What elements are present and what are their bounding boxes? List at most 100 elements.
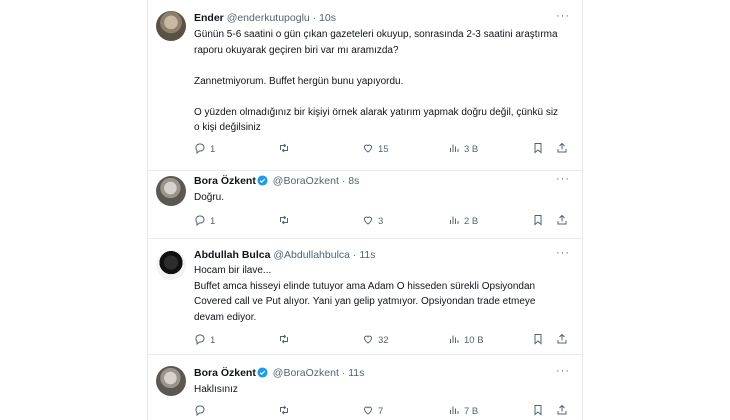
bookmark-button[interactable] <box>532 142 548 158</box>
more-options-icon[interactable]: ··· <box>556 173 570 185</box>
tweet-ender[interactable]: Ender @enderkutupoglu · 10s ··· Günün 5-… <box>148 0 582 170</box>
retweet-button[interactable] <box>278 404 294 420</box>
bookmark-button[interactable] <box>532 404 548 420</box>
tweet-header: Bora Özkent @BoraOzkent · 8s <box>194 173 359 189</box>
avatar[interactable] <box>156 366 186 396</box>
share-icon <box>557 142 567 153</box>
reply-icon <box>195 143 205 155</box>
reply-icon <box>195 405 205 417</box>
reply-count: 1 <box>210 216 216 227</box>
reply-icon <box>195 334 205 346</box>
timeline-column: Ender @enderkutupoglu · 10s ··· Günün 5-… <box>147 0 583 420</box>
dot-separator: · <box>341 175 346 187</box>
views-button[interactable]: 10 B <box>448 333 484 349</box>
share-icon <box>557 214 567 225</box>
bookmark-icon <box>534 334 542 345</box>
timestamp[interactable]: 11s <box>359 249 375 261</box>
avatar[interactable] <box>156 11 186 41</box>
retweet-button[interactable] <box>278 333 294 349</box>
like-icon <box>363 216 373 225</box>
bookmark-button[interactable] <box>532 214 548 230</box>
bookmark-icon <box>534 215 542 226</box>
views-icon <box>450 406 459 414</box>
share-icon <box>557 404 567 415</box>
more-options-icon[interactable]: ··· <box>556 365 570 377</box>
verified-badge-icon <box>257 175 268 186</box>
avatar[interactable] <box>156 250 186 280</box>
tweet-text: Doğru. <box>194 192 225 203</box>
share-button[interactable] <box>556 142 572 158</box>
author-handle[interactable]: @BoraOzkent <box>273 367 339 379</box>
bookmark-icon <box>534 143 542 154</box>
reply-count: 1 <box>210 144 216 155</box>
bookmark-icon <box>534 405 542 416</box>
action-bar: 1 15 3 B <box>194 142 570 158</box>
action-bar: 1 3 2 B <box>194 214 570 230</box>
reply-button[interactable]: 1 <box>194 333 215 349</box>
more-options-icon[interactable]: ··· <box>556 247 570 259</box>
author-name[interactable]: Bora Özkent <box>194 367 256 379</box>
reply-button[interactable]: 1 <box>194 142 215 158</box>
views-count: 7 B <box>464 406 479 417</box>
tweet-text: Hocam bir ilave... Buffet amca hisseyi e… <box>194 265 536 323</box>
action-bar: 1 32 10 B <box>194 333 570 349</box>
author-name[interactable]: Bora Özkent <box>194 175 256 187</box>
like-button[interactable]: 7 <box>362 404 383 420</box>
verified-badge-icon <box>257 367 268 378</box>
author-name[interactable]: Ender <box>194 12 224 24</box>
share-button[interactable] <box>556 214 572 230</box>
retweet-button[interactable] <box>278 142 294 158</box>
action-bar: 7 7 B <box>194 404 570 420</box>
like-button[interactable]: 15 <box>362 142 389 158</box>
like-button[interactable]: 3 <box>362 214 383 230</box>
views-count: 3 B <box>464 144 479 155</box>
dot-separator: · <box>341 367 346 379</box>
views-icon <box>450 335 459 343</box>
author-name[interactable]: Abdullah Bulca <box>194 249 270 261</box>
tweet-abdullah[interactable]: Abdullah Bulca @Abdullahbulca · 11s ··· … <box>148 239 582 354</box>
author-handle[interactable]: @BoraOzkent <box>273 175 339 187</box>
like-count: 7 <box>378 406 384 417</box>
timestamp[interactable]: 8s <box>348 175 359 187</box>
like-count: 32 <box>378 335 389 346</box>
retweet-button[interactable] <box>278 214 294 230</box>
author-handle[interactable]: @enderkutupoglu <box>227 12 310 24</box>
like-icon <box>363 144 373 153</box>
dot-separator: · <box>312 12 317 24</box>
timestamp[interactable]: 11s <box>348 367 364 379</box>
like-count: 15 <box>378 144 389 155</box>
like-count: 3 <box>378 216 384 227</box>
retweet-icon <box>280 334 288 344</box>
tweet-text: Günün 5-6 saatini o gün çıkan gazeteleri… <box>194 29 559 133</box>
views-button[interactable]: 3 B <box>448 142 478 158</box>
timestamp[interactable]: 10s <box>319 12 336 24</box>
like-button[interactable]: 32 <box>362 333 389 349</box>
retweet-icon <box>280 405 288 415</box>
dot-separator: · <box>352 249 357 261</box>
views-button[interactable]: 7 B <box>448 404 478 420</box>
tweet-bora-1[interactable]: Bora Özkent @BoraOzkent · 8s ··· Doğru. … <box>148 171 582 241</box>
views-count: 10 B <box>464 335 484 346</box>
share-button[interactable] <box>556 404 572 420</box>
retweet-icon <box>280 215 288 225</box>
tweet-bora-2[interactable]: Bora Özkent @BoraOzkent · 11s ··· Haklıs… <box>148 355 582 420</box>
reply-button[interactable] <box>194 404 210 420</box>
share-icon <box>557 333 567 344</box>
share-button[interactable] <box>556 333 572 349</box>
tweet-header: Ender @enderkutupoglu · 10s <box>194 10 336 26</box>
tweet-header: Bora Özkent @BoraOzkent · 11s <box>194 365 364 381</box>
like-icon <box>363 335 373 344</box>
retweet-icon <box>280 143 288 153</box>
tweet-header: Abdullah Bulca @Abdullahbulca · 11s <box>194 247 376 263</box>
more-options-icon[interactable]: ··· <box>556 10 570 22</box>
views-button[interactable]: 2 B <box>448 214 478 230</box>
reply-button[interactable]: 1 <box>194 214 215 230</box>
tweet-text: Haklısınız <box>194 384 238 395</box>
views-icon <box>450 144 459 152</box>
reply-count: 1 <box>210 335 216 346</box>
bookmark-button[interactable] <box>532 333 548 349</box>
avatar[interactable] <box>156 176 186 206</box>
author-handle[interactable]: @Abdullahbulca <box>273 249 350 261</box>
views-count: 2 B <box>464 216 479 227</box>
views-icon <box>450 216 459 224</box>
